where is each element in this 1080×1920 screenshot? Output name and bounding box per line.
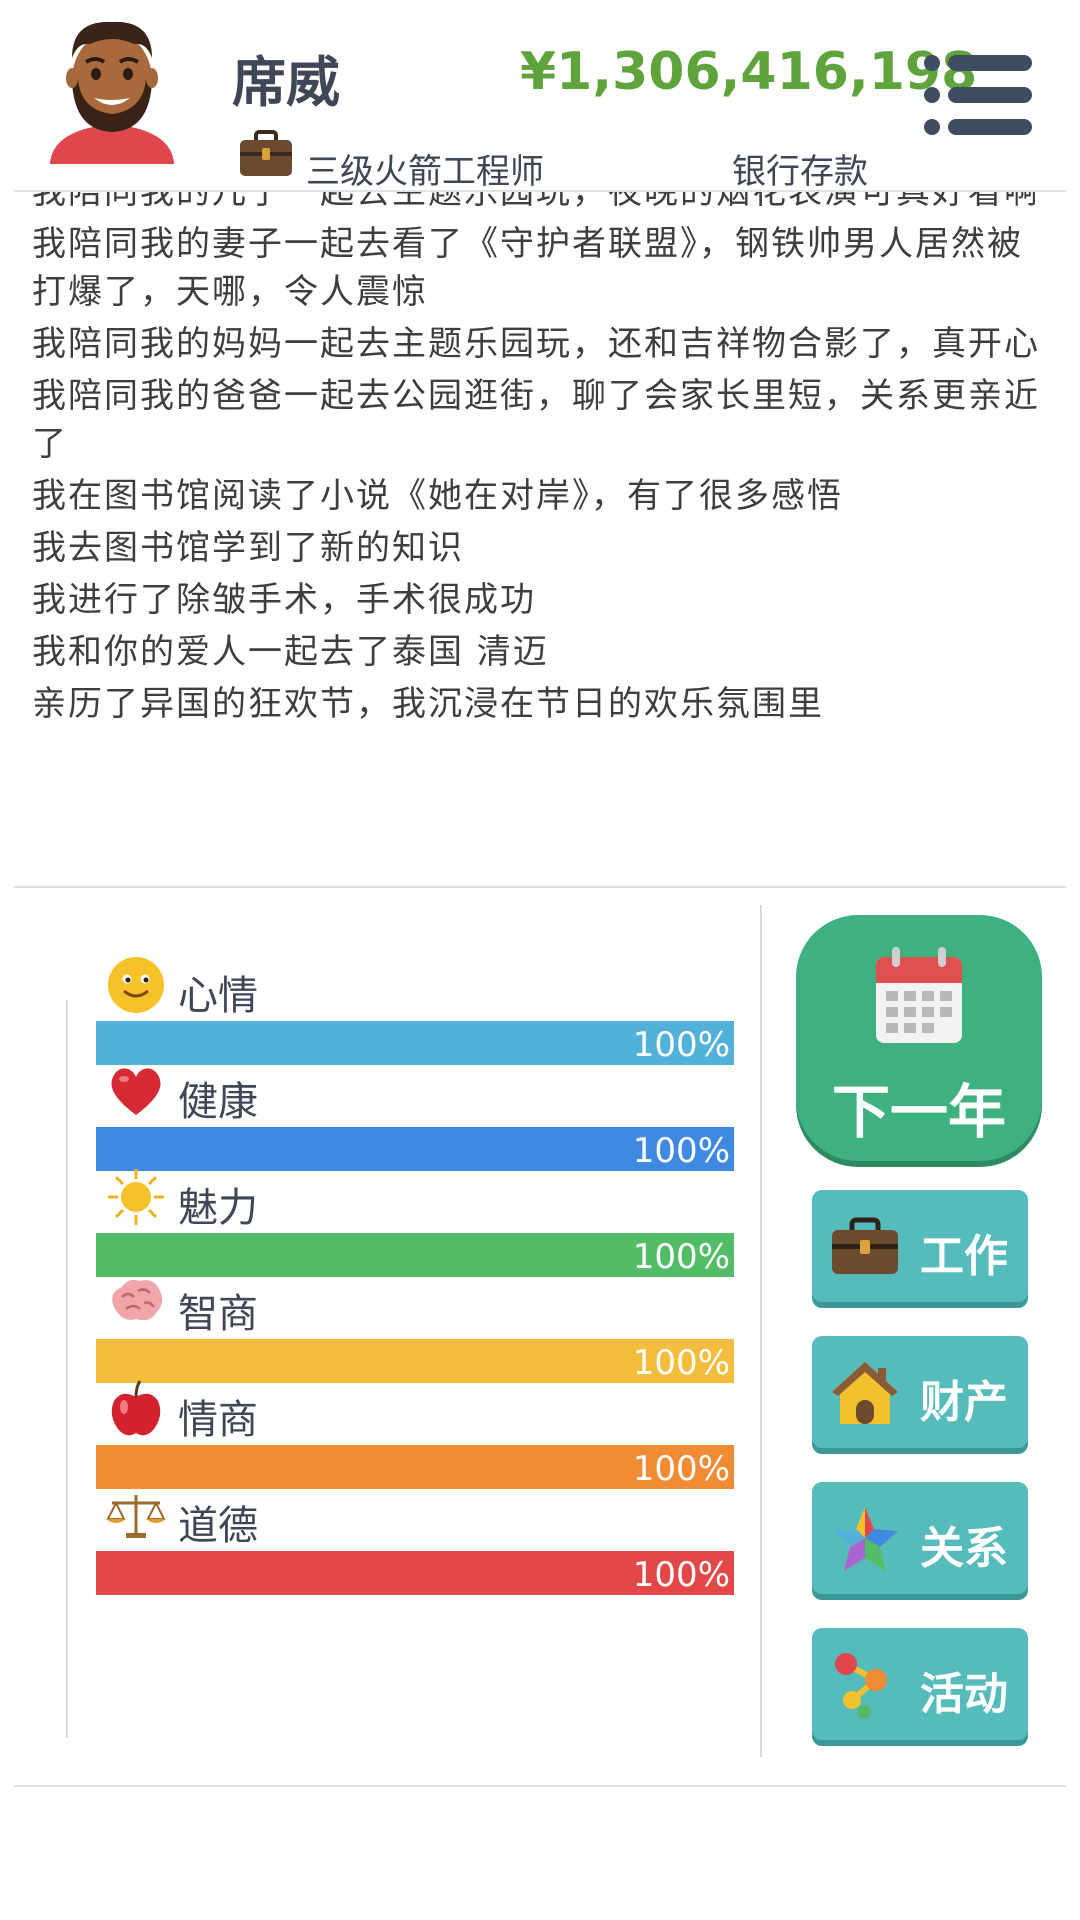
heart-icon bbox=[111, 1068, 161, 1115]
stat-bar: 100% bbox=[96, 1445, 734, 1489]
smiley-face-icon bbox=[108, 957, 164, 1013]
menu-button[interactable] bbox=[924, 55, 1034, 135]
log-entry: 我去图书馆学到了新的知识 bbox=[32, 528, 464, 568]
briefcase-icon bbox=[240, 130, 292, 176]
stat-mood: 心情 100% bbox=[82, 955, 734, 1075]
stat-label: 情商 bbox=[178, 1397, 258, 1443]
relationship-button[interactable]: 关系 bbox=[812, 1482, 1028, 1594]
job-title: 三级火箭工程师 bbox=[306, 152, 544, 192]
next-year-label: 下一年 bbox=[831, 1078, 1006, 1146]
bank-balance: ¥1,306,416,198 bbox=[520, 42, 978, 102]
log-entry: 我陪同我的爸爸一起去公园逛街，聊了会家长里短，关系更亲近了 bbox=[32, 376, 1040, 464]
log-entry: 我陪同我的儿子一起去主题乐园玩，夜晚的烟花表演可真好看啊 bbox=[32, 192, 1040, 212]
calendar-icon bbox=[876, 947, 962, 1043]
brain-icon bbox=[112, 1279, 163, 1321]
divider bbox=[14, 1785, 1066, 1787]
work-button[interactable]: 工作 bbox=[812, 1190, 1028, 1302]
bank-label: 银行存款 bbox=[732, 152, 868, 192]
divider bbox=[14, 886, 1066, 888]
event-log-list: 我陪同我的儿子一起去主题乐园玩，夜晚的烟花表演可真好看啊我陪同我的妻子一起去看了… bbox=[32, 192, 1042, 732]
log-entry: 亲历了异国的狂欢节，我沉浸在节日的欢乐氛围里 bbox=[32, 684, 824, 724]
stat-health: 健康 100% bbox=[82, 1061, 734, 1181]
log-entry: 我陪同我的妻子一起去看了《守护者联盟》，钢铁帅男人居然被打爆了，天哪，令人震惊 bbox=[32, 224, 1023, 312]
stat-percent: 100% bbox=[632, 1343, 730, 1383]
log-entry: 我陪同我的妈妈一起去主题乐园玩，还和吉祥物合影了，真开心 bbox=[32, 324, 1040, 364]
activity-label: 活动 bbox=[920, 1669, 1008, 1720]
star-icon bbox=[832, 1507, 898, 1571]
scales-icon bbox=[106, 1495, 166, 1538]
stat-percent: 100% bbox=[632, 1025, 730, 1065]
property-label: 财产 bbox=[920, 1377, 1008, 1428]
work-label: 工作 bbox=[920, 1231, 1008, 1282]
briefcase-icon bbox=[832, 1217, 898, 1274]
stat-eq: 情商 100% bbox=[82, 1379, 734, 1499]
relationship-label: 关系 bbox=[920, 1523, 1008, 1574]
player-name: 席威 bbox=[232, 51, 340, 114]
stat-bar: 100% bbox=[96, 1551, 734, 1595]
log-entry: 我在图书馆阅读了小说《她在对岸》，有了很多感悟 bbox=[32, 476, 843, 516]
house-icon bbox=[832, 1362, 898, 1424]
status-header: 席威 ¥1,306,416,198 三级火箭工程师 银行存款 bbox=[0, 0, 1080, 192]
stat-label: 心情 bbox=[178, 973, 258, 1019]
stat-label: 健康 bbox=[178, 1079, 258, 1125]
dots-activity-icon bbox=[835, 1653, 887, 1719]
avatar-icon[interactable] bbox=[42, 14, 182, 174]
stat-bar: 100% bbox=[96, 1127, 734, 1171]
sun-icon bbox=[108, 1169, 164, 1225]
stat-bar: 100% bbox=[96, 1339, 734, 1383]
next-year-button[interactable]: 下一年 bbox=[796, 915, 1042, 1161]
stat-charm: 魅力 100% bbox=[82, 1167, 734, 1287]
stat-percent: 100% bbox=[632, 1555, 730, 1595]
stat-morality: 道德 100% bbox=[82, 1485, 734, 1605]
stat-bar: 100% bbox=[96, 1021, 734, 1065]
event-log[interactable]: 我陪同我的儿子一起去主题乐园玩，夜晚的烟花表演可真好看啊我陪同我的妻子一起去看了… bbox=[14, 192, 1066, 882]
property-button[interactable]: 财产 bbox=[812, 1336, 1028, 1448]
stat-iq: 智商 100% bbox=[82, 1273, 734, 1393]
stat-label: 道德 bbox=[178, 1503, 258, 1549]
log-entry: 我和你的爱人一起去了泰国 清迈 bbox=[32, 632, 549, 672]
stat-percent: 100% bbox=[632, 1131, 730, 1171]
stat-percent: 100% bbox=[632, 1237, 730, 1277]
stat-label: 智商 bbox=[178, 1291, 258, 1337]
stat-percent: 100% bbox=[632, 1449, 730, 1489]
stat-bar: 100% bbox=[96, 1233, 734, 1277]
menu-list-icon bbox=[924, 55, 1034, 71]
stat-label: 魅力 bbox=[178, 1185, 258, 1231]
activity-button[interactable]: 活动 bbox=[812, 1628, 1028, 1740]
log-entry: 我进行了除皱手术，手术很成功 bbox=[32, 580, 536, 620]
apple-icon bbox=[111, 1380, 161, 1436]
stats-panel: 心情 100% 健康 100% 魅力 100% 智商 100% 情商 100% … bbox=[14, 905, 762, 1755]
